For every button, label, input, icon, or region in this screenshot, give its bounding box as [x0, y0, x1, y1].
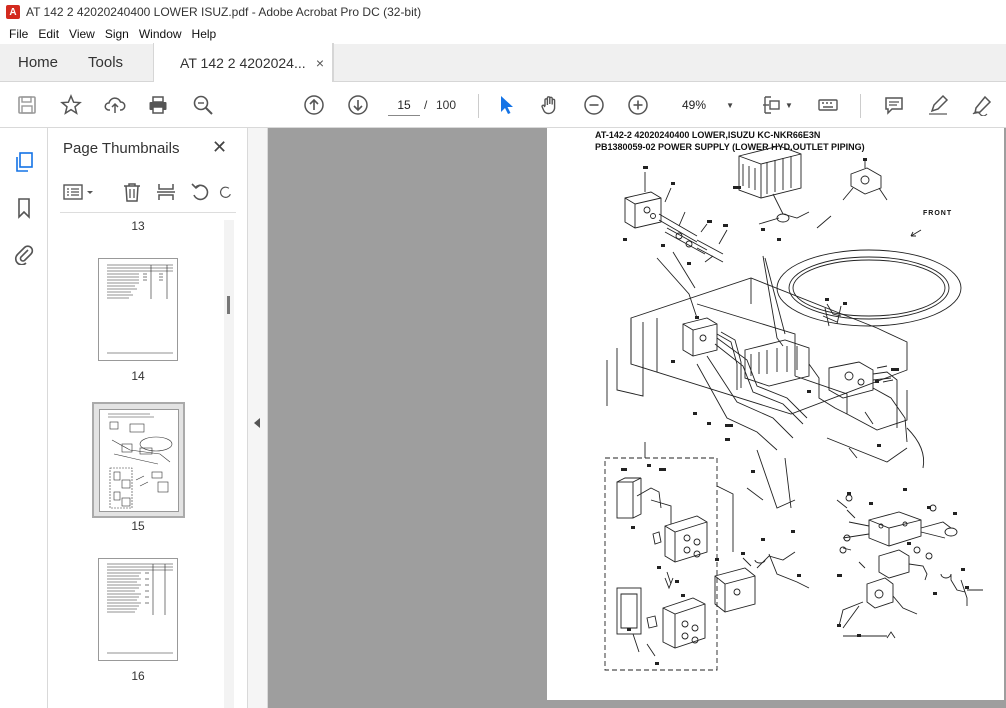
tab-bar-filler [333, 43, 1006, 81]
title-bar: A AT 142 2 42020240400 LOWER ISUZ.pdf - … [0, 0, 1006, 24]
thumbnail-diagram [108, 413, 173, 509]
extract-page-icon[interactable] [154, 180, 178, 204]
menu-file[interactable]: File [4, 27, 33, 41]
zoom-search-icon[interactable] [191, 93, 215, 117]
document-tab-label: AT 142 2 4202024... [180, 54, 306, 71]
toolbar-divider [478, 94, 479, 118]
keyboard-icon[interactable] [816, 93, 840, 117]
zoom-level-dropdown[interactable]: 49% ▼ [670, 94, 740, 116]
collapse-arrow-icon[interactable] [254, 418, 260, 428]
page-thumbnail-14[interactable] [98, 258, 178, 361]
upload-icon[interactable] [103, 93, 127, 117]
acrobat-app-icon: A [6, 5, 20, 19]
thumbnail-page-number: 13 [131, 219, 145, 233]
page-separator: / [424, 98, 428, 112]
left-navigation-rail [0, 128, 48, 708]
scrollbar-thumb[interactable] [227, 296, 230, 314]
main-toolbar: 15 / 100 49% ▼ ▼ [0, 82, 1006, 128]
tab-home[interactable]: Home [0, 43, 76, 81]
comment-icon[interactable] [882, 93, 906, 117]
panel-collapse-strip[interactable] [248, 128, 268, 708]
thumbnail-options-icon[interactable] [60, 180, 98, 204]
fit-page-chevron-icon[interactable]: ▼ [783, 93, 795, 117]
toolbar-divider [860, 94, 861, 118]
close-tab-icon[interactable]: × [316, 55, 324, 71]
page-down-icon[interactable] [346, 93, 370, 117]
menu-window[interactable]: Window [134, 27, 187, 41]
thumbnail-page-number: 14 [131, 369, 145, 383]
page-thumbnail-16[interactable] [98, 558, 178, 661]
total-pages: 100 [436, 98, 457, 112]
tab-tools[interactable]: Tools [76, 43, 153, 81]
fit-page-icon[interactable] [760, 93, 784, 117]
menu-edit[interactable]: Edit [33, 27, 64, 41]
zoom-in-icon[interactable] [626, 93, 650, 117]
pdf-page: AT-142-2 42020240400 LOWER,ISUZU KC-NKR6… [547, 128, 1004, 700]
page-thumbnails-icon[interactable] [12, 150, 36, 174]
panel-divider [60, 212, 236, 213]
attachment-icon[interactable] [12, 242, 36, 266]
hand-icon[interactable] [538, 93, 562, 117]
thumbnail-content [107, 264, 173, 354]
chevron-down-icon: ▼ [726, 100, 734, 110]
tab-bar: Home Tools AT 142 2 4202024... × [0, 43, 1006, 82]
sign-icon[interactable] [970, 93, 994, 117]
rotate-right-icon[interactable] [218, 180, 234, 204]
save-icon[interactable] [15, 93, 39, 117]
print-icon[interactable] [146, 93, 170, 117]
rotate-left-icon[interactable] [188, 180, 212, 204]
window-title: AT 142 2 42020240400 LOWER ISUZ.pdf - Ad… [26, 5, 422, 19]
highlight-icon[interactable] [926, 93, 950, 117]
close-panel-icon[interactable]: ✕ [212, 137, 227, 158]
page-thumbnail-15 [99, 409, 179, 512]
menu-help[interactable]: Help [187, 27, 222, 41]
page-thumbnails-panel: Page Thumbnails ✕ 13 14 15 16 [48, 128, 248, 708]
menu-bar: File Edit View Sign Window Help [0, 24, 1006, 44]
select-arrow-icon[interactable] [494, 93, 518, 117]
panel-title: Page Thumbnails [63, 140, 180, 157]
menu-sign[interactable]: Sign [100, 27, 134, 41]
tab-document[interactable]: AT 142 2 4202024... × [153, 43, 334, 82]
menu-view[interactable]: View [64, 27, 100, 41]
thumbnail-scrollbar[interactable] [224, 220, 234, 708]
document-viewer[interactable]: AT-142-2 42020240400 LOWER,ISUZU KC-NKR6… [268, 128, 1006, 708]
thumbnail-content [107, 563, 173, 654]
page-thumbnail-15-selected[interactable] [92, 402, 185, 518]
parts-diagram [604, 145, 983, 671]
thumbnail-page-number: 16 [131, 669, 145, 683]
page-number-input[interactable]: 15 [388, 94, 420, 116]
zoom-out-icon[interactable] [582, 93, 606, 117]
zoom-level-value: 49% [682, 98, 707, 112]
thumbnail-toolbar [60, 180, 240, 204]
star-icon[interactable] [59, 93, 83, 117]
bookmark-icon[interactable] [12, 196, 36, 220]
delete-page-icon[interactable] [120, 180, 144, 204]
page-up-icon[interactable] [302, 93, 326, 117]
thumbnail-page-number: 15 [131, 519, 145, 533]
